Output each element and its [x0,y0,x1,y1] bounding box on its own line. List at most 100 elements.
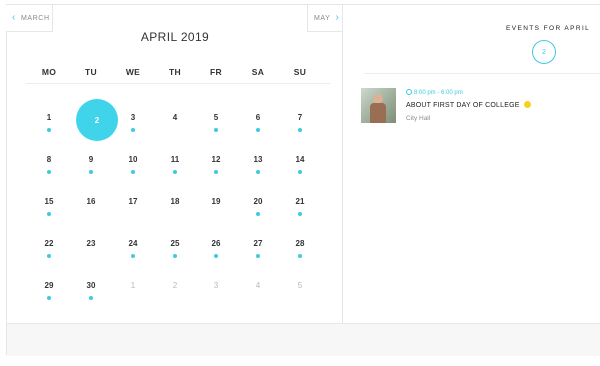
weekday-divider [26,83,330,84]
weekday-sa: SA [251,67,265,77]
day-number: 3 [213,281,219,290]
day-number: 11 [170,155,180,164]
selected-day-highlight[interactable]: 2 [76,99,118,141]
day-cell[interactable]: 27 [243,239,273,258]
day-cell[interactable]: 5 [285,281,315,291]
event-title: ABOUT FIRST DAY OF COLLEGE [406,101,531,109]
day-number: 3 [130,113,136,122]
events-panel-title: EVENTS FOR APRIL [506,25,591,32]
day-cell[interactable]: 20 [243,197,273,216]
day-cell[interactable]: 8 [34,155,64,174]
day-cell[interactable]: 18 [160,197,190,207]
calendar-panel: ‹ MARCH MAY › APRIL 2019 MO TU WE TH FR … [6,5,343,323]
day-number: 5 [213,113,219,122]
day-cell[interactable]: 1 [34,113,64,132]
event-time-text: 8:00 pm - 6:00 pm [414,90,463,96]
day-cell[interactable]: 3 [118,113,148,132]
day-cell[interactable]: 5 [201,113,231,132]
day-number: 29 [44,281,54,290]
day-number: 1 [130,281,136,290]
event-indicator-dot [47,254,51,258]
event-location: City Hall [406,115,431,122]
event-indicator-dot [173,254,177,258]
event-indicator-dot [256,170,260,174]
weekday-su: SU [293,67,307,77]
day-number: 1 [46,113,52,122]
day-number: 19 [211,197,221,206]
event-indicator-dot [298,254,302,258]
day-cell[interactable]: 9 [76,155,106,174]
day-number: 27 [253,239,263,248]
day-cell[interactable]: 24 [118,239,148,258]
event-indicator-dot [256,128,260,132]
day-cell[interactable]: 21 [285,197,315,216]
next-month-label: MAY [314,14,331,22]
day-cell[interactable]: 17 [118,197,148,207]
chevron-left-icon: ‹ [12,12,16,23]
events-divider [364,73,600,74]
event-indicator-dot [214,128,218,132]
day-cell[interactable]: 1 [118,281,148,291]
event-indicator-dot [89,296,93,300]
weekday-th: TH [169,67,181,77]
event-indicator-dot [47,170,51,174]
day-cell[interactable]: 11 [160,155,190,174]
day-cell[interactable]: 28 [285,239,315,258]
weekday-mo: MO [41,67,57,77]
day-number: 4 [172,113,178,122]
event-title-text[interactable]: ABOUT FIRST DAY OF COLLEGE [406,102,520,109]
event-indicator-dot [47,212,51,216]
event-indicator-dot [214,170,218,174]
day-cell[interactable]: 4 [160,113,190,123]
event-time: 8:00 pm - 6:00 pm [406,89,463,96]
day-cell[interactable]: 4 [243,281,273,291]
event-indicator-dot [298,212,302,216]
day-cell[interactable]: 13 [243,155,273,174]
day-number: 20 [253,197,263,206]
event-category-dot [523,101,531,108]
day-number: 17 [128,197,138,206]
day-cell[interactable]: 29 [34,281,64,300]
event-indicator-dot [131,170,135,174]
event-indicator-dot [131,254,135,258]
day-cell[interactable]: 25 [160,239,190,258]
prev-month-button[interactable]: ‹ MARCH [6,5,53,32]
day-number: 14 [295,155,305,164]
next-month-button[interactable]: MAY › [307,5,342,32]
day-number: 22 [44,239,54,248]
event-item[interactable]: 8:00 pm - 6:00 pm ABOUT FIRST DAY OF COL… [361,88,581,126]
event-thumbnail [361,88,396,123]
day-cell[interactable]: 10 [118,155,148,174]
day-number: 6 [255,113,261,122]
day-cell[interactable]: 7 [285,113,315,132]
day-cell[interactable]: 3 [201,281,231,291]
day-number: 12 [211,155,221,164]
event-indicator-dot [298,170,302,174]
day-number: 24 [128,239,138,248]
day-number: 23 [86,239,96,248]
day-cell[interactable]: 30 [76,281,106,300]
day-number: 25 [170,239,180,248]
day-number: 26 [211,239,221,248]
day-number: 18 [170,197,180,206]
day-number: 21 [295,197,305,206]
day-number: 8 [46,155,52,164]
calendar-widget: ‹ MARCH MAY › APRIL 2019 MO TU WE TH FR … [6,4,600,356]
day-cell[interactable]: 19 [201,197,231,207]
day-cell[interactable]: 6 [243,113,273,132]
day-cell[interactable]: 22 [34,239,64,258]
day-cell[interactable]: 23 [76,239,106,249]
weekday-we: WE [125,67,141,77]
day-cell[interactable]: 14 [285,155,315,174]
clock-icon [406,89,412,95]
day-number: 16 [86,197,96,206]
day-number: 15 [44,197,54,206]
day-cell[interactable]: 15 [34,197,64,216]
event-indicator-dot [256,212,260,216]
calendar-footer [7,323,600,356]
event-indicator-dot [89,170,93,174]
day-cell[interactable]: 2 [160,281,190,291]
day-cell[interactable]: 26 [201,239,231,258]
day-cell[interactable]: 16 [76,197,106,207]
day-cell[interactable]: 12 [201,155,231,174]
